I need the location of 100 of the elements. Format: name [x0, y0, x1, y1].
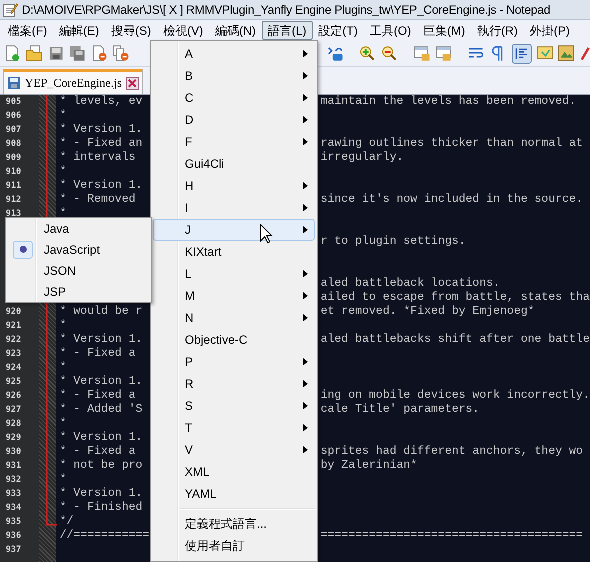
code-text: since it's now included in the source.	[320, 193, 584, 206]
menu-item[interactable]: D	[153, 109, 315, 131]
line-number: 913	[6, 209, 22, 219]
menu-bar-item[interactable]: 搜尋(S)	[105, 21, 158, 40]
code-text: * Version 1.	[60, 375, 143, 388]
code-text: aled battlebacks shift after one battle	[320, 333, 590, 346]
code-text: maintain the levels has been removed.	[320, 95, 576, 108]
code-text: cale Title' parameters.	[320, 403, 480, 416]
menu-item[interactable]: L	[153, 263, 315, 285]
indent-guide-icon[interactable]	[512, 44, 532, 64]
menu-item[interactable]: C	[153, 87, 315, 109]
zoom-in-icon[interactable]	[359, 45, 376, 62]
code-text: ======================================	[320, 529, 584, 542]
code-text: * - Fixed an	[60, 137, 143, 150]
line-number: 905	[6, 97, 22, 107]
menu-bar-item[interactable]: 編輯(E)	[53, 21, 106, 40]
line-number: 931	[6, 461, 22, 471]
zoom-out-icon[interactable]	[381, 45, 398, 62]
menu-bar-item[interactable]: 設定(T)	[312, 21, 364, 40]
code-text: //===========	[60, 529, 150, 542]
file-tab[interactable]: YEP_CoreEngine.js	[3, 69, 143, 94]
save-icon[interactable]	[48, 45, 64, 62]
menu-item[interactable]: B	[153, 65, 315, 87]
code-text: irregularly.	[320, 151, 404, 164]
line-number: 922	[6, 335, 22, 345]
code-text: *	[60, 417, 67, 430]
save-all-icon[interactable]	[69, 45, 86, 62]
code-text: *	[60, 165, 67, 178]
menu-item[interactable]: P	[153, 351, 315, 373]
line-number: 907	[6, 125, 22, 135]
menu-item[interactable]: JSON	[38, 262, 76, 280]
menu-bar-item[interactable]: 檢視(V)	[157, 21, 210, 40]
line-number: 906	[6, 111, 22, 121]
menu-bar-item[interactable]: 檔案(F)	[2, 21, 54, 40]
menu-item[interactable]: M	[153, 285, 315, 307]
line-number: 909	[6, 153, 22, 163]
code-text: * not be pro	[60, 459, 143, 472]
close-icon[interactable]	[126, 76, 139, 90]
menu-item[interactable]: V	[153, 439, 315, 461]
line-number: 932	[6, 475, 22, 485]
code-text: * Version 1.	[60, 431, 143, 444]
close-all-icon[interactable]	[112, 45, 130, 62]
menu-item[interactable]: T	[153, 417, 315, 439]
menu-item[interactable]: 使用者自訂	[153, 535, 315, 557]
menu-bar-item[interactable]: 外掛(P)	[524, 21, 576, 40]
line-number: 933	[6, 489, 22, 499]
code-text: * would be r	[60, 305, 143, 318]
code-text: * - Fixed a	[60, 347, 136, 360]
code-text: *	[60, 109, 67, 122]
menu-item[interactable]: JSP	[38, 282, 66, 300]
menu-bar-item[interactable]: 語言(L)	[262, 21, 313, 40]
menu-item[interactable]: Gui4Cli	[153, 153, 315, 175]
line-number: 937	[6, 545, 22, 555]
code-text: * levels, ev	[60, 95, 143, 108]
line-number: 923	[6, 349, 22, 359]
open-folder-icon[interactable]	[26, 45, 42, 62]
line-number: 921	[6, 321, 22, 331]
new-file-icon[interactable]	[4, 45, 21, 62]
menu-item[interactable]: Java	[38, 220, 70, 238]
menu-item[interactable]: 定義程式語言...	[153, 513, 315, 535]
menu-item[interactable]: YAML	[153, 483, 315, 505]
line-number: 934	[6, 503, 22, 513]
line-number: 911	[6, 181, 22, 191]
close-file-icon[interactable]	[91, 45, 108, 62]
menu-item[interactable]: H	[153, 175, 315, 197]
menu-item[interactable]: S	[153, 395, 315, 417]
code-text: et removed. *Fixed by Emjenoeg*	[320, 305, 535, 318]
menu-item[interactable]: F	[153, 131, 315, 153]
save-icon	[7, 76, 21, 90]
line-number: 929	[6, 433, 22, 443]
menu-item[interactable]: Objective-C	[153, 329, 315, 351]
code-text: * intervals	[60, 151, 136, 164]
code-text: * Version 1.	[60, 179, 143, 192]
window-icon[interactable]	[436, 45, 452, 62]
window-icon[interactable]	[414, 45, 431, 62]
code-text: *	[60, 473, 67, 486]
menu-bar-item[interactable]: 執行(R)	[471, 21, 524, 40]
code-text: *	[60, 361, 67, 374]
mouse-cursor-icon	[260, 224, 274, 244]
menu-item[interactable]: R	[153, 373, 315, 395]
menu-bar-item[interactable]: 巨集(M)	[417, 21, 472, 40]
menu-bar-item[interactable]: 編碼(N)	[209, 21, 262, 40]
line-number: 928	[6, 419, 22, 429]
menu-item[interactable]: JavaScript	[38, 240, 100, 258]
code-text: aled battleback locations.	[320, 277, 500, 290]
code-text: *	[60, 207, 67, 220]
panel-icon[interactable]	[536, 45, 554, 62]
line-number: 910	[6, 167, 22, 177]
replace-icon[interactable]	[326, 45, 344, 62]
menu-item[interactable]: N	[153, 307, 315, 329]
code-text: *	[60, 319, 67, 332]
code-text: * - Removed	[60, 193, 136, 206]
menu-item[interactable]: XML	[153, 461, 315, 483]
menu-item[interactable]: I	[153, 197, 315, 219]
menu-bar-item[interactable]: 工具(O)	[364, 21, 418, 40]
code-text: by Zalerinian*	[320, 459, 418, 472]
menu-item[interactable]: J	[153, 219, 315, 241]
image-icon[interactable]	[558, 45, 576, 62]
menu-item[interactable]: KIXtart	[153, 241, 315, 263]
line-number: 925	[6, 377, 22, 387]
